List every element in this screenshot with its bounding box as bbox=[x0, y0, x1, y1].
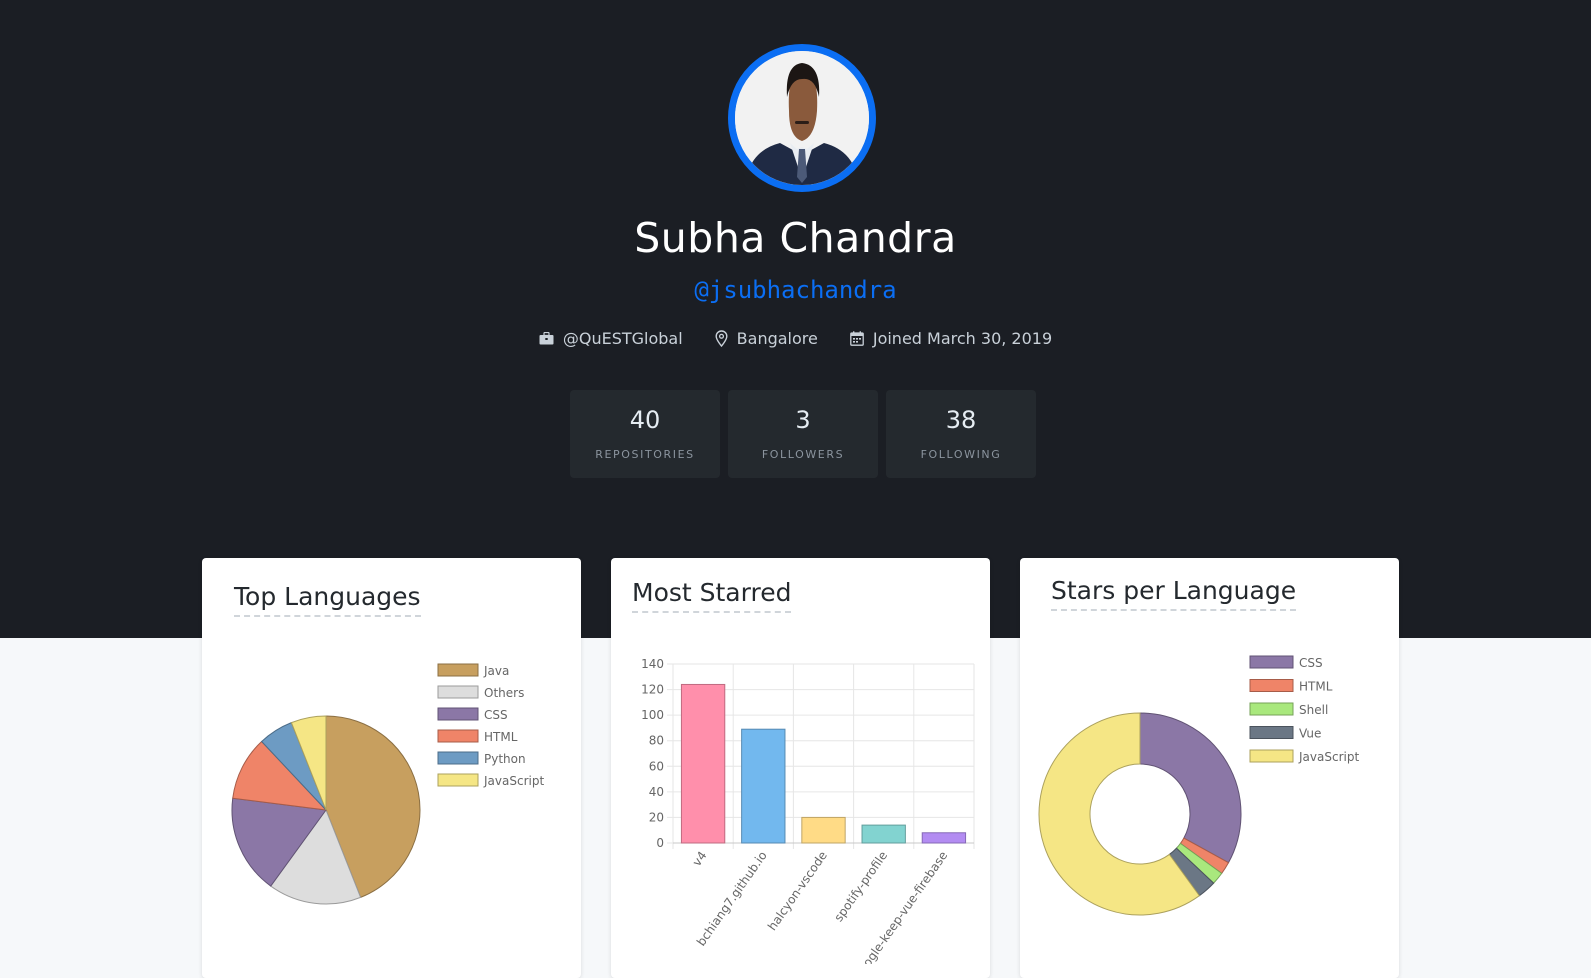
legend-swatch bbox=[437, 751, 479, 765]
legend-label[interactable]: JavaScript bbox=[483, 774, 544, 788]
stat-label: FOLLOWING bbox=[920, 448, 1002, 461]
stat-following[interactable]: 38 FOLLOWING bbox=[886, 390, 1036, 478]
legend-swatch bbox=[437, 773, 479, 787]
stat-label: REPOSITORIES bbox=[595, 448, 695, 461]
legend-label[interactable]: Others bbox=[484, 686, 524, 700]
y-tick-label: 80 bbox=[649, 734, 664, 748]
legend-label[interactable]: HTML bbox=[1299, 680, 1333, 694]
legend-swatch bbox=[437, 663, 479, 677]
x-tick-label: spotify-profile bbox=[831, 849, 890, 925]
bar-google-keep-vue-firebase[interactable] bbox=[921, 832, 967, 844]
joined-text: Joined March 30, 2019 bbox=[872, 329, 1053, 348]
location-pin-icon bbox=[715, 330, 728, 347]
y-tick-label: 120 bbox=[641, 683, 664, 697]
bar-bchiang7.github.io[interactable] bbox=[741, 728, 786, 844]
stat-value: 40 bbox=[629, 406, 661, 434]
legend-swatch bbox=[1249, 679, 1294, 692]
stat-value: 3 bbox=[795, 406, 811, 434]
profile-name: Subha Chandra bbox=[634, 214, 957, 262]
y-tick-label: 100 bbox=[641, 708, 664, 722]
legend-swatch bbox=[437, 685, 479, 699]
legend-label[interactable]: JavaScript bbox=[1298, 750, 1359, 764]
avatar bbox=[728, 44, 876, 192]
legend-swatch bbox=[437, 707, 479, 721]
bar-v4[interactable] bbox=[680, 683, 726, 844]
x-tick-label: halcyon-vscode bbox=[765, 849, 830, 933]
legend-swatch bbox=[437, 729, 479, 743]
company-item: @QuESTGlobal bbox=[539, 329, 683, 348]
y-tick-label: 140 bbox=[641, 657, 664, 671]
y-tick-label: 0 bbox=[656, 836, 664, 850]
bar-spotify-profile[interactable] bbox=[861, 824, 906, 844]
legend-label[interactable]: Shell bbox=[1299, 703, 1328, 717]
stats-row: 40 REPOSITORIES 3 FOLLOWERS 38 FOLLOWING bbox=[570, 390, 1036, 478]
company-text[interactable]: @QuESTGlobal bbox=[563, 329, 683, 348]
x-tick-label: v4 bbox=[690, 849, 710, 869]
legend-swatch bbox=[1249, 749, 1294, 763]
y-tick-label: 60 bbox=[649, 759, 664, 773]
legend-swatch bbox=[1249, 726, 1294, 739]
stat-followers[interactable]: 3 FOLLOWERS bbox=[728, 390, 878, 478]
most-starred-card: Most Starred 0 20 40 60 80 100 120 140 v4 bchiang… bbox=[611, 558, 990, 978]
avatar-photo bbox=[735, 51, 869, 185]
joined-item: Joined March 30, 2019 bbox=[849, 329, 1053, 348]
top-languages-chart: Java Others CSS HTML Python JavaScript bbox=[231, 663, 544, 905]
location-item: Bangalore bbox=[715, 329, 818, 348]
bar-halcyon-vscode[interactable] bbox=[801, 816, 846, 844]
legend-label[interactable]: Python bbox=[484, 752, 526, 766]
x-tick-label: bchiang7.github.io bbox=[694, 849, 770, 949]
slice-css[interactable] bbox=[1139, 712, 1242, 864]
legend-label[interactable]: Vue bbox=[1299, 727, 1321, 741]
calendar-icon bbox=[849, 331, 864, 346]
legend-label[interactable]: CSS bbox=[1299, 656, 1323, 670]
stat-value: 38 bbox=[945, 406, 977, 434]
legend-swatch bbox=[1249, 702, 1294, 716]
stars-per-language-chart: CSS HTML Shell Vue JavaScript bbox=[1038, 655, 1359, 916]
stat-repositories[interactable]: 40 REPOSITORIES bbox=[570, 390, 720, 478]
most-starred-chart: 0 20 40 60 80 100 120 140 v4bchiang7.github.ioha… bbox=[641, 657, 975, 964]
stat-label: FOLLOWERS bbox=[761, 448, 845, 461]
legend-label[interactable]: CSS bbox=[484, 708, 508, 722]
y-tick-label: 20 bbox=[649, 810, 664, 824]
briefcase-icon bbox=[539, 332, 554, 345]
profile-meta: @QuESTGlobal Bangalore Joined March 30, … bbox=[0, 329, 1591, 348]
legend-label[interactable]: HTML bbox=[484, 730, 518, 744]
legend-swatch bbox=[1249, 655, 1294, 669]
profile-header: Subha Chandra @jsubhachandra @QuESTGloba… bbox=[0, 0, 1591, 638]
stars-per-language-card: Stars per Language CSS HTML Shell Vue JavaSc… bbox=[1020, 558, 1399, 978]
top-languages-card: Top Languages Java Others CSS HTML Python Jav… bbox=[202, 558, 581, 978]
y-tick-label: 40 bbox=[649, 785, 664, 799]
profile-handle-link[interactable]: @jsubhachandra bbox=[0, 276, 1591, 304]
location-text: Bangalore bbox=[736, 329, 818, 348]
legend-label[interactable]: Java bbox=[483, 664, 509, 678]
